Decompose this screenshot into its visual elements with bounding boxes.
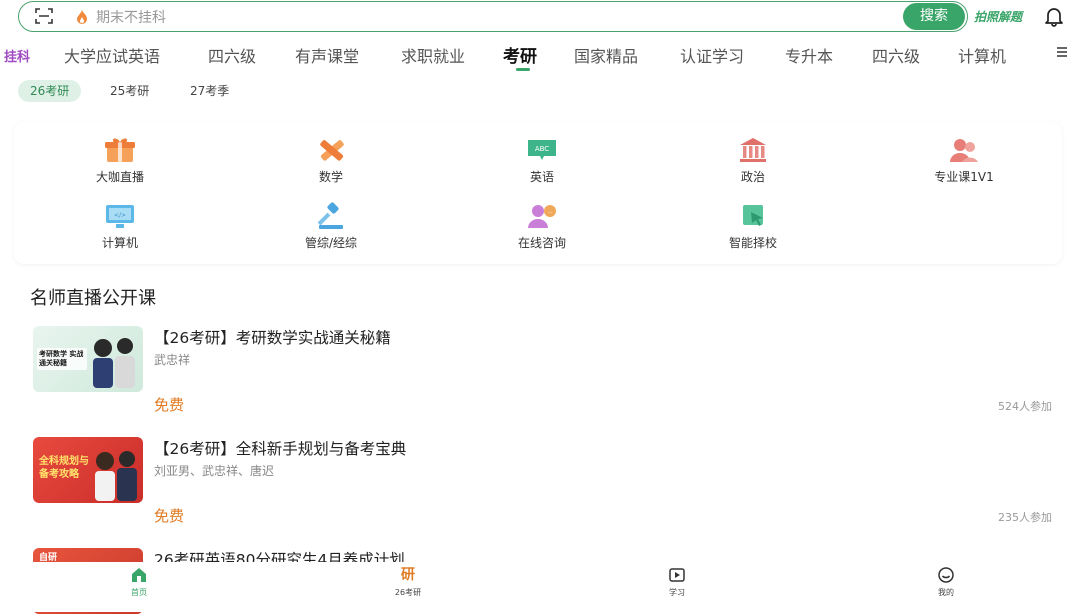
active-tab-indicator	[516, 68, 530, 71]
consult-icon: ...	[528, 205, 556, 228]
section-title: 名师直播公开课	[30, 288, 156, 309]
cursor-icon	[743, 205, 763, 226]
grid-item-major-1v1[interactable]: 专业课1V1	[904, 136, 1024, 185]
thumbnail-text: 考研数学 实战通关秘籍	[39, 350, 84, 367]
tab-audio-class[interactable]: 有声课堂	[295, 43, 359, 67]
top-bar: 期末不挂科 搜索 拍照解题	[0, 0, 1080, 36]
grid-label: 管综/经综	[304, 236, 358, 250]
tab-kaoyan[interactable]: 考研	[503, 42, 537, 67]
tab-cet-2[interactable]: 四六级	[872, 43, 920, 67]
nav-label: 我的	[938, 588, 954, 597]
course-title: 【26考研】全科新手规划与备考宝典	[154, 440, 407, 458]
grid-item-computer[interactable]: </> 计算机	[60, 202, 180, 251]
tab-certification[interactable]: 认证学习	[680, 43, 744, 67]
grid-item-politics[interactable]: 政治	[693, 136, 813, 185]
nav-home[interactable]: 首页	[109, 566, 169, 598]
subtab-26[interactable]: 26考研	[18, 80, 82, 102]
abc-chat-icon: ABC	[528, 140, 556, 160]
tab-guake[interactable]: 挂科	[4, 46, 30, 65]
nav-label: 26考研	[394, 588, 422, 597]
course-teacher: 武忠祥	[154, 353, 191, 367]
tab-cet[interactable]: 四六级	[208, 43, 256, 67]
grid-item-english[interactable]: ABC 英语	[482, 136, 602, 185]
subtab-27[interactable]: 27考季	[178, 80, 241, 102]
monitor-icon: </>	[106, 205, 134, 228]
grid-label: 政治	[740, 170, 765, 184]
smile-icon	[938, 567, 954, 583]
tab-jobs[interactable]: 求职就业	[401, 43, 465, 67]
bottom-nav: 首页 研 26考研 学习 我的	[0, 562, 1080, 612]
photo-solve-button[interactable]: 拍照解题	[974, 8, 1022, 25]
course-title: 【26考研】考研数学实战通关秘籍	[154, 329, 391, 347]
grid-label: 专业课1V1	[934, 170, 994, 184]
course-thumbnail: 全科规划与 备考攻略	[33, 437, 143, 503]
building-icon	[740, 138, 766, 162]
grid-item-consult[interactable]: ... 在线咨询	[482, 202, 602, 251]
bell-icon[interactable]	[1043, 5, 1065, 27]
nav-label: 首页	[131, 588, 147, 597]
search-button[interactable]: 搜索	[903, 3, 965, 30]
play-icon	[669, 568, 685, 582]
grid-label: 计算机	[101, 236, 138, 250]
pencil-ruler-icon	[320, 140, 344, 161]
svg-text:...: ...	[548, 209, 553, 215]
nav-label: 学习	[669, 588, 685, 597]
svg-text:</>: </>	[114, 212, 126, 219]
yan-icon: 研	[401, 567, 415, 583]
course-thumbnail: 考研数学 实战通关秘籍	[33, 326, 143, 392]
svg-text:ABC: ABC	[535, 145, 549, 153]
grid-label: 智能择校	[728, 236, 777, 250]
grid-label: 大咖直播	[95, 170, 144, 184]
tab-national-quality[interactable]: 国家精品	[574, 43, 638, 67]
flame-icon	[77, 10, 87, 24]
grid-item-management[interactable]: 管综/经综	[271, 202, 391, 251]
course-participants: 524人参加	[998, 400, 1052, 413]
tab-upgrade[interactable]: 专升本	[785, 43, 833, 67]
grid-item-math[interactable]: 数学	[271, 136, 391, 185]
menu-icon[interactable]	[1055, 45, 1069, 59]
course-participants: 235人参加	[998, 511, 1052, 524]
grid-item-school-select[interactable]: 智能择校	[693, 202, 813, 251]
course-price: 免费	[154, 396, 185, 414]
tab-computer[interactable]: 计算机	[958, 43, 1006, 67]
function-grid: 大咖直播 数学 ABC 英语 政治 专业课1V1 </> 计算机 管综/经综 .…	[14, 122, 1062, 264]
search-input[interactable]: 期末不挂科	[96, 7, 166, 27]
nav-kaoyan[interactable]: 研 26考研	[378, 566, 438, 598]
gavel-icon	[317, 202, 343, 229]
gift-icon	[105, 138, 135, 162]
grid-label: 在线咨询	[517, 236, 566, 250]
course-price: 免费	[154, 507, 185, 525]
category-tabs: 挂科 大学应试英语 四六级 有声课堂 求职就业 考研 国家精品 认证学习 专升本…	[0, 40, 1080, 72]
grid-item-live[interactable]: 大咖直播	[60, 136, 180, 185]
course-teacher: 刘亚男、武忠祥、唐迟	[154, 464, 275, 478]
home-icon	[132, 568, 146, 582]
nav-study[interactable]: 学习	[647, 566, 707, 598]
tab-college-english[interactable]: 大学应试英语	[64, 43, 160, 67]
grid-label: 数学	[318, 170, 343, 184]
nav-mine[interactable]: 我的	[916, 566, 976, 598]
grid-label: 英语	[529, 170, 554, 184]
tutor-icon	[950, 139, 978, 162]
subtab-25[interactable]: 25考研	[98, 80, 161, 102]
scan-icon[interactable]	[34, 6, 54, 26]
thumbnail-text: 全科规划与 备考攻略	[39, 456, 89, 480]
